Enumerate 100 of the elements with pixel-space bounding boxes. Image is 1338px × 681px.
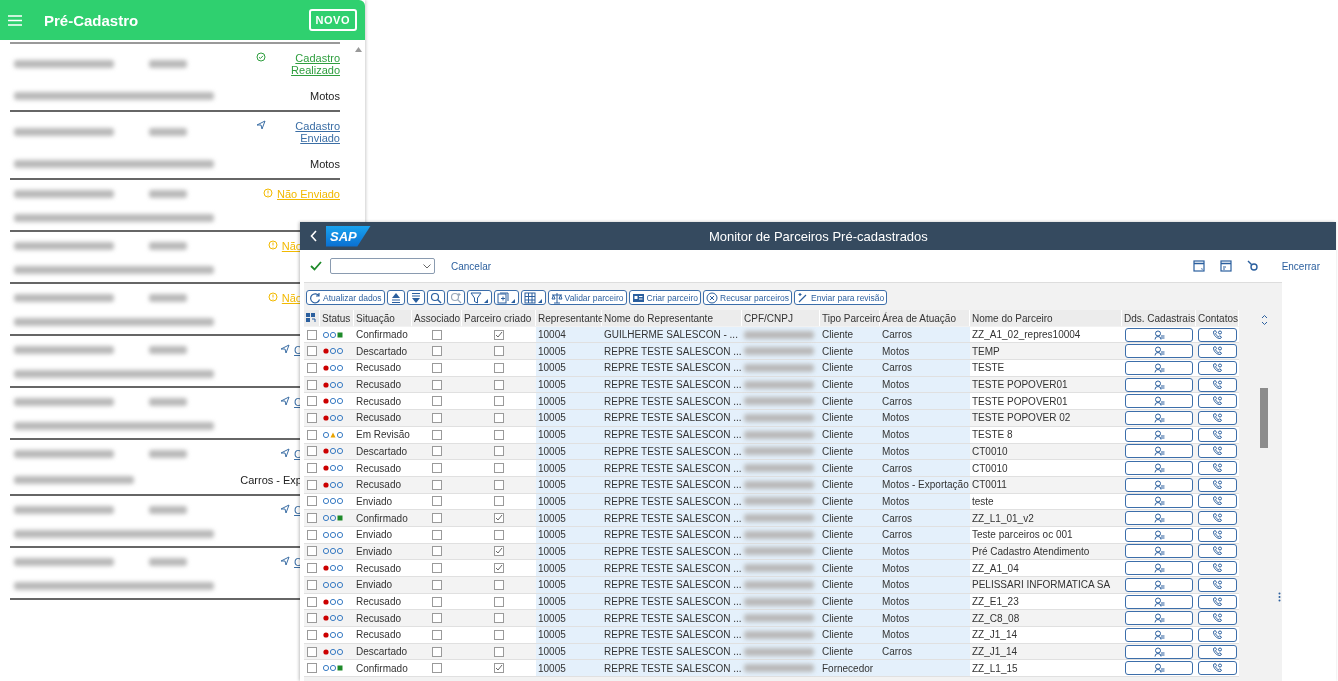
details-button[interactable] [1125, 327, 1193, 342]
column-header[interactable]: Status [320, 310, 354, 326]
column-header[interactable]: Dds. Cadastrais [1122, 310, 1196, 326]
row-select-checkbox[interactable] [307, 513, 317, 524]
details-button[interactable] [1125, 444, 1193, 459]
row-select-checkbox[interactable] [307, 329, 317, 340]
refresh-button[interactable]: Atualizar dados [306, 290, 385, 305]
settings-icon[interactable] [1246, 260, 1259, 272]
command-dropdown[interactable] [330, 258, 435, 274]
review-button[interactable]: Enviar para revisão [794, 290, 888, 305]
scroll-up-icon[interactable] [355, 47, 362, 52]
row-select-checkbox[interactable] [307, 362, 317, 373]
checkbox[interactable] [494, 329, 504, 340]
checkbox[interactable] [494, 596, 504, 607]
contacts-button[interactable] [1198, 661, 1237, 676]
checkbox[interactable] [432, 563, 442, 574]
checkbox[interactable] [494, 579, 504, 590]
reject-button[interactable]: Recusar parceiros [703, 290, 792, 305]
row-select-checkbox[interactable] [307, 579, 317, 590]
checkbox[interactable] [494, 646, 504, 657]
column-header[interactable]: Associado [412, 310, 462, 326]
validate-button[interactable]: Validar parceiro [547, 290, 627, 305]
layout-button[interactable] [520, 290, 546, 305]
exit-link[interactable]: Encerrar [1273, 260, 1320, 272]
column-settings-icon[interactable] [306, 313, 316, 323]
checkbox[interactable] [494, 396, 504, 407]
checkbox[interactable] [432, 646, 442, 657]
sort-desc-button[interactable] [406, 290, 425, 305]
scrollbar-thumb[interactable] [1260, 388, 1268, 448]
contacts-button[interactable] [1198, 477, 1237, 492]
column-header[interactable]: Nome do Representante [602, 310, 742, 326]
checkbox[interactable] [494, 429, 504, 440]
checkbox[interactable] [432, 463, 442, 474]
contacts-button[interactable] [1198, 427, 1237, 442]
checkbox[interactable] [432, 412, 442, 423]
details-button[interactable] [1125, 544, 1193, 559]
search-button[interactable] [426, 290, 445, 305]
search-next-button[interactable] [446, 290, 465, 305]
contacts-button[interactable] [1198, 594, 1237, 609]
column-header[interactable]: Tipo Parceiro [820, 310, 880, 326]
row-select-checkbox[interactable] [307, 596, 317, 607]
row-select-checkbox[interactable] [307, 429, 317, 440]
registration-link[interactable]: Cadastro Realizado [270, 52, 340, 76]
contacts-button[interactable] [1198, 444, 1237, 459]
row-select-checkbox[interactable] [307, 629, 317, 640]
menu-icon[interactable] [8, 14, 22, 26]
checkbox[interactable] [494, 446, 504, 457]
contacts-button[interactable] [1198, 627, 1237, 642]
row-select-checkbox[interactable] [307, 496, 317, 507]
contacts-button[interactable] [1198, 377, 1237, 392]
contacts-button[interactable] [1198, 527, 1237, 542]
export-button[interactable] [493, 290, 519, 305]
checkbox[interactable] [494, 529, 504, 540]
details-button[interactable] [1125, 477, 1193, 492]
contacts-button[interactable] [1198, 344, 1237, 359]
contacts-button[interactable] [1198, 511, 1237, 526]
checkbox[interactable] [494, 563, 504, 574]
column-header[interactable]: Parceiro criado [462, 310, 536, 326]
contacts-button[interactable] [1198, 644, 1237, 659]
window-icon[interactable] [1219, 260, 1232, 272]
checkbox[interactable] [432, 613, 442, 624]
row-select-checkbox[interactable] [307, 379, 317, 390]
checkbox[interactable] [432, 663, 442, 674]
column-header[interactable]: CPF/CNPJ [742, 310, 820, 326]
registration-link[interactable]: Cadastro Enviado [270, 120, 340, 144]
column-header[interactable]: Contatos [1196, 310, 1239, 326]
checkbox[interactable] [494, 379, 504, 390]
contacts-button[interactable] [1198, 561, 1237, 576]
details-button[interactable] [1125, 611, 1193, 626]
details-button[interactable] [1125, 394, 1193, 409]
details-button[interactable] [1125, 494, 1193, 509]
details-button[interactable] [1125, 461, 1193, 476]
details-button[interactable] [1125, 661, 1193, 676]
contacts-button[interactable] [1198, 494, 1237, 509]
details-button[interactable] [1125, 427, 1193, 442]
details-button[interactable] [1125, 344, 1193, 359]
details-button[interactable] [1125, 377, 1193, 392]
checkbox[interactable] [494, 663, 504, 674]
row-select-checkbox[interactable] [307, 446, 317, 457]
row-select-checkbox[interactable] [307, 663, 317, 674]
details-button[interactable] [1125, 527, 1193, 542]
checkbox[interactable] [432, 513, 442, 524]
checkbox[interactable] [432, 479, 442, 490]
row-select-checkbox[interactable] [307, 529, 317, 540]
filter-button[interactable] [466, 290, 492, 305]
checkbox[interactable] [494, 412, 504, 423]
checkbox[interactable] [432, 529, 442, 540]
row-select-checkbox[interactable] [307, 396, 317, 407]
column-header[interactable]: Nome do Parceiro [970, 310, 1122, 326]
checkbox[interactable] [432, 579, 442, 590]
details-button[interactable] [1125, 577, 1193, 592]
contacts-button[interactable] [1198, 360, 1237, 375]
row-select-checkbox[interactable] [307, 646, 317, 657]
contacts-button[interactable] [1198, 327, 1237, 342]
contacts-button[interactable] [1198, 544, 1237, 559]
checkbox[interactable] [494, 513, 504, 524]
details-button[interactable] [1125, 594, 1193, 609]
checkbox[interactable] [432, 346, 442, 357]
details-button[interactable] [1125, 360, 1193, 375]
checkbox[interactable] [432, 629, 442, 640]
